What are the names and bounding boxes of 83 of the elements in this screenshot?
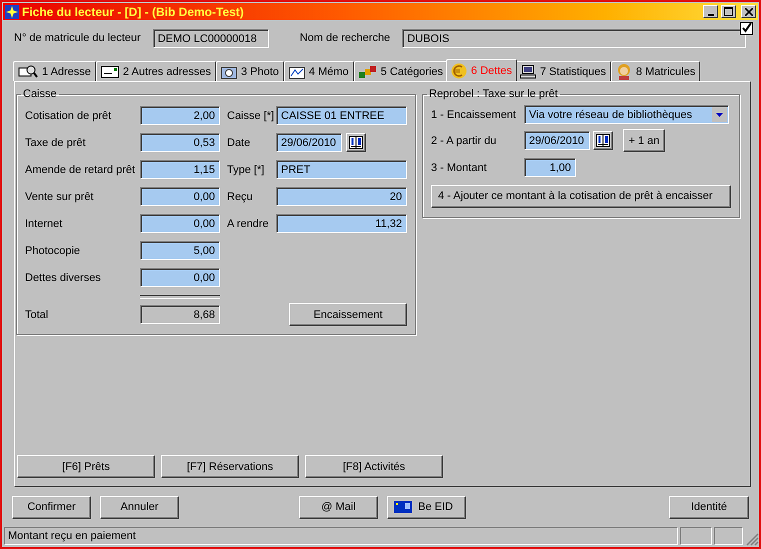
computer-icon <box>520 64 536 78</box>
tab[interactable]: 5 Catégories <box>354 61 448 81</box>
note-icon <box>288 64 305 78</box>
card-icon <box>100 66 119 78</box>
tab[interactable]: 2 Autres adresses <box>96 61 216 81</box>
amount-field[interactable]: 1,15 <box>140 160 220 179</box>
blocks-icon <box>358 64 377 78</box>
close-icon <box>744 8 752 16</box>
field-label: A rendre <box>227 218 270 230</box>
field-label: Dettes diverses <box>25 272 102 284</box>
tab[interactable]: 7 Statistiques <box>515 61 612 81</box>
field-label: Vente sur prêt <box>25 190 94 202</box>
checkbox[interactable] <box>740 22 753 35</box>
amount-field[interactable]: 1,00 <box>524 158 576 177</box>
sparkle-icon <box>5 4 19 18</box>
text-field[interactable]: CAISSE 01 ENTREE <box>276 106 407 125</box>
calendar-button[interactable] <box>593 131 613 150</box>
footer-button[interactable]: Annuler <box>100 496 179 518</box>
amount-field[interactable]: 0,00 <box>140 268 220 287</box>
window-title: Fiche du lecteur - [D] - (Bib Demo-Test) <box>22 4 245 18</box>
close-button[interactable] <box>741 5 756 18</box>
field-label: Taxe de prêt <box>25 136 87 148</box>
field-label: Caisse [*] <box>227 110 272 122</box>
field-label: Type [*] <box>227 164 266 176</box>
eid-button[interactable]: Be EID <box>387 496 466 518</box>
matricule-field[interactable]: DEMO LC00000018 <box>152 28 269 48</box>
amount-field[interactable]: 11,32 <box>276 214 407 233</box>
panel-button[interactable]: [F6] Prêts <box>17 455 155 478</box>
status-panel <box>680 527 712 545</box>
status-text: Montant reçu en paiement <box>4 527 678 545</box>
camera-icon <box>220 64 237 78</box>
field-label: Nom de recherche <box>300 32 390 44</box>
total-field: 8,68 <box>140 305 220 324</box>
field-label: Amende de retard prêt <box>25 164 136 176</box>
mail-button[interactable]: @ Mail <box>299 496 378 518</box>
amount-field[interactable]: 2,00 <box>140 106 220 125</box>
amount-field[interactable]: 20 <box>276 187 407 206</box>
caret-icon <box>712 107 727 122</box>
field-label: Photocopie <box>25 244 82 256</box>
amount-field[interactable]: 0,00 <box>140 187 220 206</box>
field-label: 1 - Encaissement <box>431 108 517 120</box>
search-name-field[interactable]: DUBOIS <box>402 28 746 48</box>
resize-grip-icon <box>745 532 759 546</box>
plus-year-button[interactable]: + 1 an <box>623 129 665 152</box>
coin-icon <box>451 62 468 78</box>
minimize-icon <box>708 14 714 16</box>
field-label: 3 - Montant <box>431 162 488 174</box>
calendar-icon <box>349 136 363 149</box>
amount-field[interactable]: 0,53 <box>140 133 220 152</box>
field-label: N° de matricule du lecteur <box>14 32 141 44</box>
panel-button[interactable]: [F7] Réservations <box>161 455 299 478</box>
amount-field[interactable]: 0,00 <box>140 214 220 233</box>
encaissement-button[interactable]: Encaissement <box>289 303 407 326</box>
calendar-icon <box>596 134 610 147</box>
field-label: Date <box>227 136 252 148</box>
amount-field[interactable]: 5,00 <box>140 241 220 260</box>
field-label: Total <box>25 308 50 320</box>
identity-button[interactable]: Identité <box>669 496 749 518</box>
tab[interactable]: 8 Matricules <box>611 61 700 81</box>
tab[interactable]: 1 Adresse <box>13 61 96 81</box>
maximize-icon <box>724 7 733 16</box>
field-label: Reçu <box>227 190 254 202</box>
field-label: 2 - A partir du <box>431 134 498 146</box>
maximize-button[interactable] <box>721 5 736 18</box>
status-panel <box>714 527 743 545</box>
add-amount-button[interactable]: 4 - Ajouter ce montant à la cotisation de prêt à encaisser <box>431 184 731 208</box>
field-label: Cotisation de prêt <box>25 110 112 122</box>
tab[interactable]: 4 Mémo <box>284 61 354 81</box>
group-title: Reprobel : Taxe sur le prêt <box>428 88 559 100</box>
id-card-icon <box>394 501 412 513</box>
magnifier-icon <box>18 64 38 78</box>
date-field[interactable]: 29/06/2010 <box>276 133 342 152</box>
field-label: Internet <box>25 218 64 230</box>
dropdown[interactable]: Via votre réseau de bibliothèques <box>524 105 729 124</box>
group-title: Caisse <box>22 88 58 100</box>
minimize-button[interactable] <box>703 5 718 18</box>
date-field[interactable]: 29/06/2010 <box>524 131 590 150</box>
text-field[interactable]: PRET <box>276 160 407 179</box>
calendar-button[interactable] <box>346 133 366 152</box>
tab[interactable]: 3 Photo <box>216 61 284 81</box>
person-icon <box>616 64 632 80</box>
footer-button[interactable]: Confirmer <box>12 496 91 518</box>
panel-button[interactable]: [F8] Activités <box>305 455 443 478</box>
